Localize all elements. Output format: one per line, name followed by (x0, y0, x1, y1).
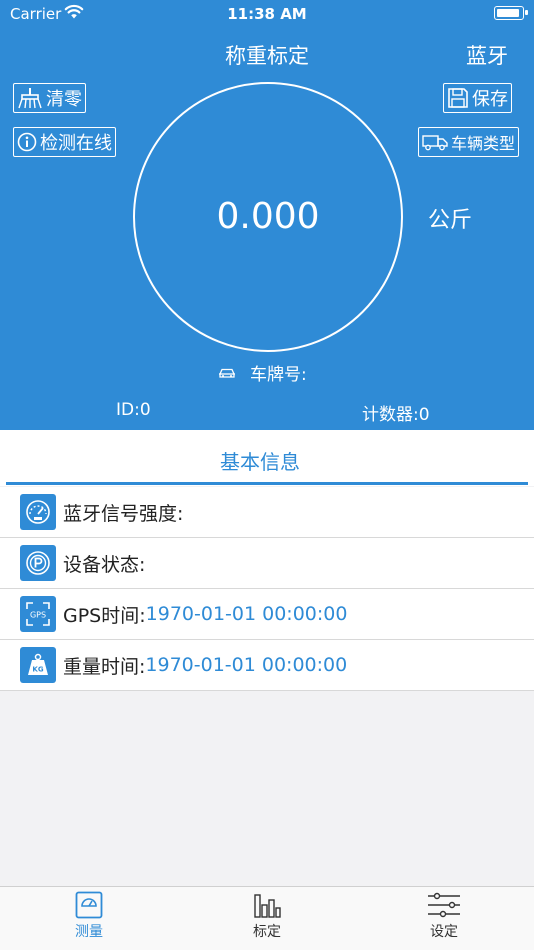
save-button-label: 保存 (472, 89, 508, 110)
clock: 11:38 AM (227, 5, 307, 23)
section-title: 基本信息 (220, 450, 300, 474)
sliders-icon (428, 892, 460, 918)
info-row-weight-time: KG 重量时间: 1970-01-01 00:00:00 (0, 640, 534, 691)
kg-weight-icon: KG (20, 647, 56, 683)
broom-icon (18, 88, 42, 109)
info-label: 重量时间: (63, 655, 146, 678)
device-id: ID:0 (116, 400, 151, 420)
save-button[interactable]: 保存 (443, 83, 512, 113)
gps-icon: GPS (20, 596, 56, 632)
vehicle-type-button[interactable]: 车辆类型 (418, 127, 520, 157)
truck-icon (422, 135, 448, 151)
weight-value: 0.000 (216, 196, 320, 237)
clear-button[interactable]: 清零 (13, 83, 86, 113)
floppy-disk-icon (448, 88, 468, 108)
info-value: 1970-01-01 00:00:00 (145, 654, 348, 676)
info-label: GPS时间: (63, 604, 146, 627)
license-plate: 车牌号: (218, 360, 307, 385)
detect-online-button[interactable]: 检测在线 (13, 127, 116, 157)
speedometer-icon (20, 494, 56, 530)
svg-text:KG: KG (32, 666, 43, 674)
counter-label: 计数器:0 (362, 405, 430, 425)
parking-icon (20, 545, 56, 581)
license-plate-label: 车牌号: (250, 365, 307, 385)
status-bar: Carrier 11:38 AM (0, 0, 534, 28)
car-icon (219, 368, 235, 378)
tab-label: 设定 (430, 924, 458, 940)
info-row-signal-strength: 蓝牙信号强度: (0, 487, 534, 538)
tab-bar: 测量 标定 设定 (0, 886, 534, 950)
tab-calibrate[interactable]: 标定 (217, 891, 317, 941)
clear-button-label: 清零 (46, 89, 82, 110)
section-underline (6, 482, 528, 485)
info-label: 设备状态: (63, 553, 146, 576)
svg-text:GPS: GPS (30, 611, 46, 620)
info-list: 蓝牙信号强度: 设备状态: GPS GPS时间: 1970-01-01 00:0… (0, 487, 534, 691)
info-label: 蓝牙信号强度: (63, 502, 184, 525)
scale-icon (75, 891, 103, 919)
tab-settings[interactable]: 设定 (394, 891, 494, 941)
tab-label: 测量 (75, 924, 103, 940)
info-icon (17, 132, 37, 152)
info-value: 1970-01-01 00:00:00 (145, 603, 348, 625)
header: Carrier 11:38 AM 称重标定 蓝牙 清零 保存 检测在线 车辆类型… (0, 0, 534, 430)
bluetooth-button[interactable]: 蓝牙 (466, 40, 508, 70)
tab-measure[interactable]: 测量 (39, 891, 139, 941)
vehicle-type-label: 车辆类型 (451, 134, 516, 153)
tab-label: 标定 (253, 924, 281, 940)
detect-online-label: 检测在线 (40, 133, 112, 154)
bar-chart-icon (254, 894, 281, 918)
weight-unit: 公斤 (428, 208, 473, 233)
battery-icon (494, 6, 528, 20)
info-row-gps-time: GPS GPS时间: 1970-01-01 00:00:00 (0, 589, 534, 640)
page-title: 称重标定 (225, 44, 309, 68)
basic-info-tab[interactable]: 基本信息 (0, 430, 534, 486)
battery-level (496, 8, 520, 17)
info-row-device-status: 设备状态: (0, 538, 534, 589)
